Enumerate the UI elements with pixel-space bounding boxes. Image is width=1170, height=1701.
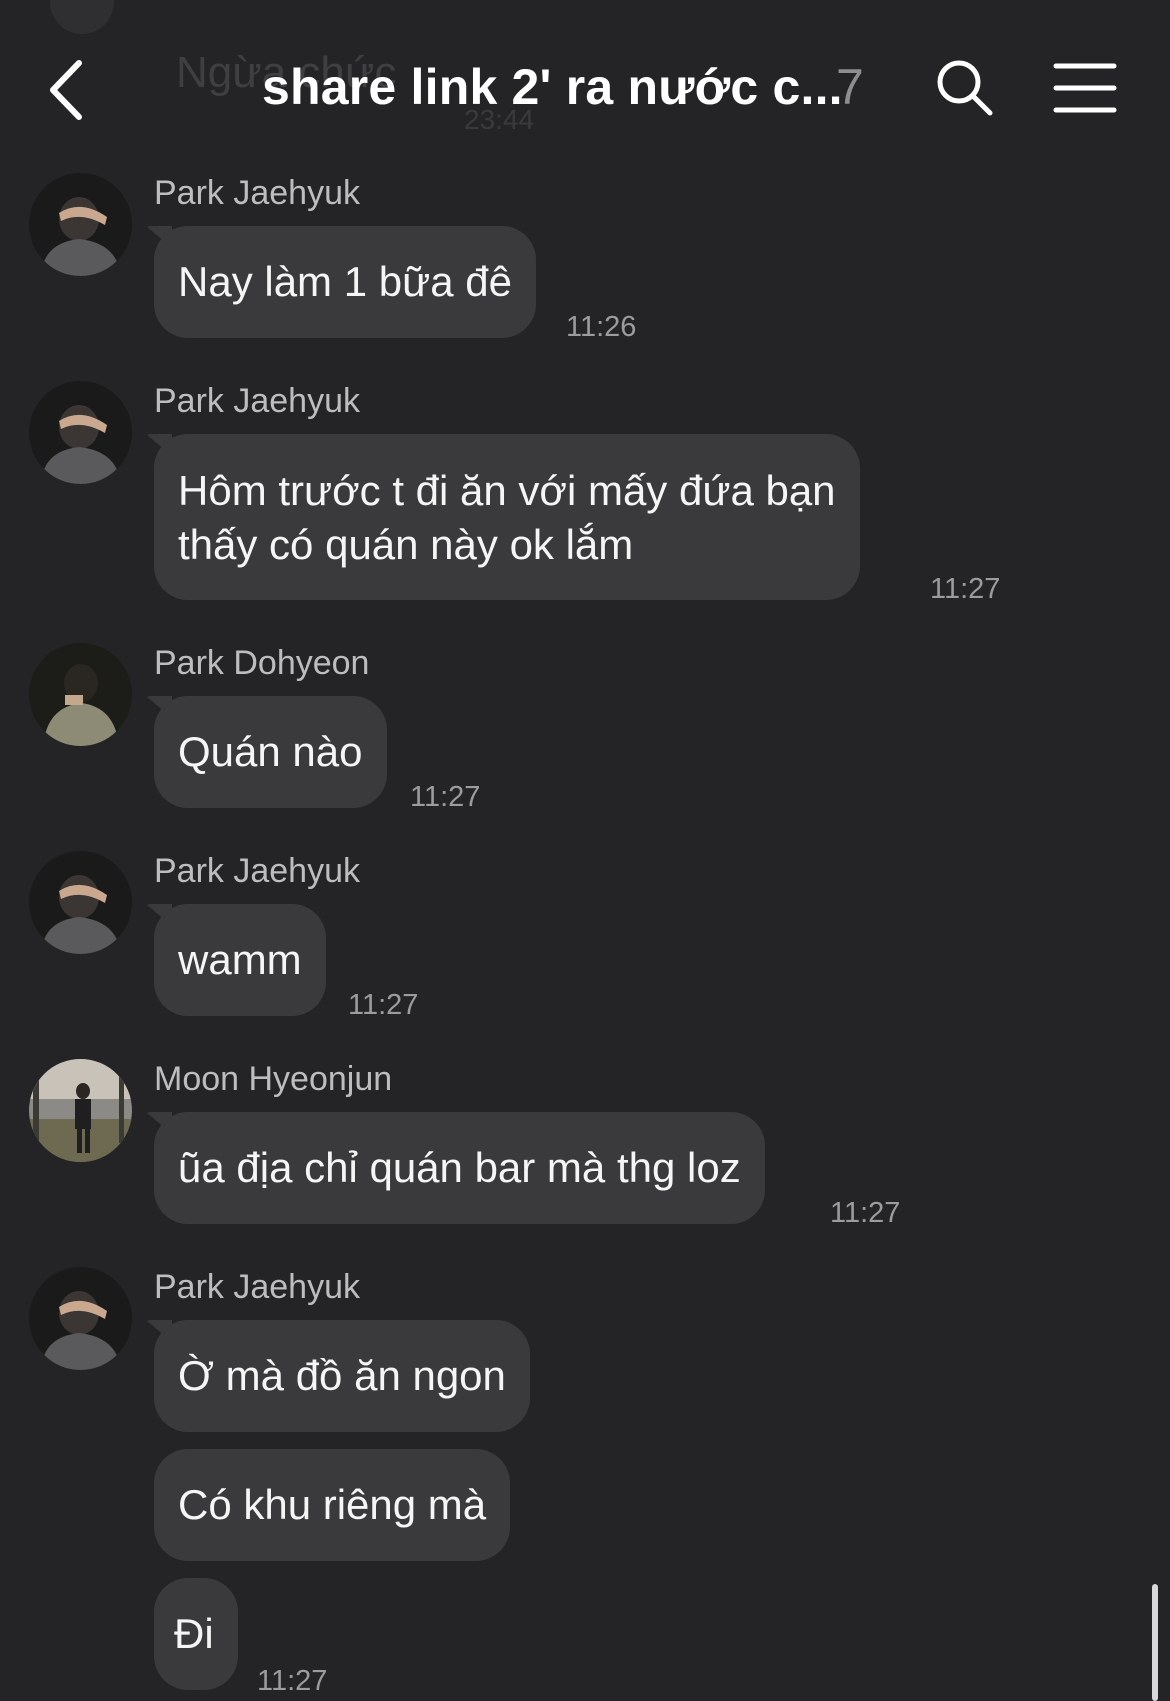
sender-name: Park Dohyeon	[154, 644, 370, 682]
message-text: Nay làm 1 bữa đê	[178, 258, 512, 305]
back-button[interactable]	[40, 55, 90, 125]
search-icon	[937, 60, 993, 116]
profile-photo	[29, 851, 132, 954]
profile-photo	[29, 173, 132, 276]
avatar-park-jaehyuk[interactable]	[29, 1267, 132, 1370]
message-text: wamm	[178, 936, 302, 983]
profile-photo	[29, 381, 132, 484]
message-text: ũa địa chỉ quán bar mà thg loz	[178, 1144, 741, 1191]
avatar-park-jaehyuk[interactable]	[29, 173, 132, 276]
message-bubble[interactable]: Có khu riêng mà	[154, 1449, 511, 1561]
sender-name: Park Jaehyuk	[154, 174, 360, 212]
message-text: Quán nào	[178, 728, 363, 775]
sender-name: Park Jaehyuk	[154, 382, 360, 420]
menu-button[interactable]	[1053, 60, 1117, 116]
message-time: 11:27	[830, 1197, 901, 1229]
message-text-line: thấy có quán này ok lắm	[178, 521, 634, 568]
message-text-line: Hôm trước t đi ăn với mấy đứa bạn	[178, 467, 836, 514]
search-button[interactable]	[935, 58, 995, 118]
sender-name: Park Jaehyuk	[154, 852, 360, 890]
message-time: 11:27	[348, 989, 419, 1021]
message-bubble[interactable]: Nay làm 1 bữa đê	[154, 226, 536, 338]
chat-header: Ngừa chức 23:44 share link 2' ra nước c.…	[0, 0, 1170, 165]
menu-icon	[1053, 63, 1117, 113]
back-chevron-icon	[50, 60, 82, 120]
message-time: 11:26	[566, 311, 637, 343]
message-bubble[interactable]: ũa địa chỉ quán bar mà thg loz	[154, 1112, 765, 1224]
message-time: 11:27	[257, 1665, 328, 1697]
avatar-park-dohyeon[interactable]	[29, 643, 132, 746]
sender-name: Moon Hyeonjun	[154, 1060, 393, 1098]
profile-photo	[29, 643, 132, 746]
message-bubble[interactable]: Hôm trước t đi ăn với mấy đứa bạn thấy c…	[154, 434, 860, 600]
message-text: Có khu riêng mà	[178, 1481, 487, 1528]
avatar-park-jaehyuk[interactable]	[29, 381, 132, 484]
profile-photo	[29, 1059, 132, 1162]
message-bubble[interactable]: Quán nào	[154, 696, 387, 808]
chat-title[interactable]: share link 2' ra nước c...	[262, 58, 843, 116]
avatar-park-jaehyuk[interactable]	[29, 851, 132, 954]
message-text: Ờ mà đồ ăn ngon	[178, 1352, 506, 1399]
faded-avatar	[50, 0, 114, 34]
scrollbar[interactable]	[1152, 1584, 1158, 1701]
message-bubble[interactable]: Đi	[154, 1578, 238, 1690]
message-bubble[interactable]: wamm	[154, 904, 326, 1016]
message-time: 11:27	[930, 573, 1001, 605]
message-text: Đi	[174, 1610, 214, 1657]
sender-name: Park Jaehyuk	[154, 1268, 360, 1306]
avatar-moon-hyeonjun[interactable]	[29, 1059, 132, 1162]
message-time: 11:27	[410, 781, 481, 813]
member-count[interactable]: 7	[836, 58, 864, 116]
profile-photo	[29, 1267, 132, 1370]
message-bubble[interactable]: Ờ mà đồ ăn ngon	[154, 1320, 530, 1432]
